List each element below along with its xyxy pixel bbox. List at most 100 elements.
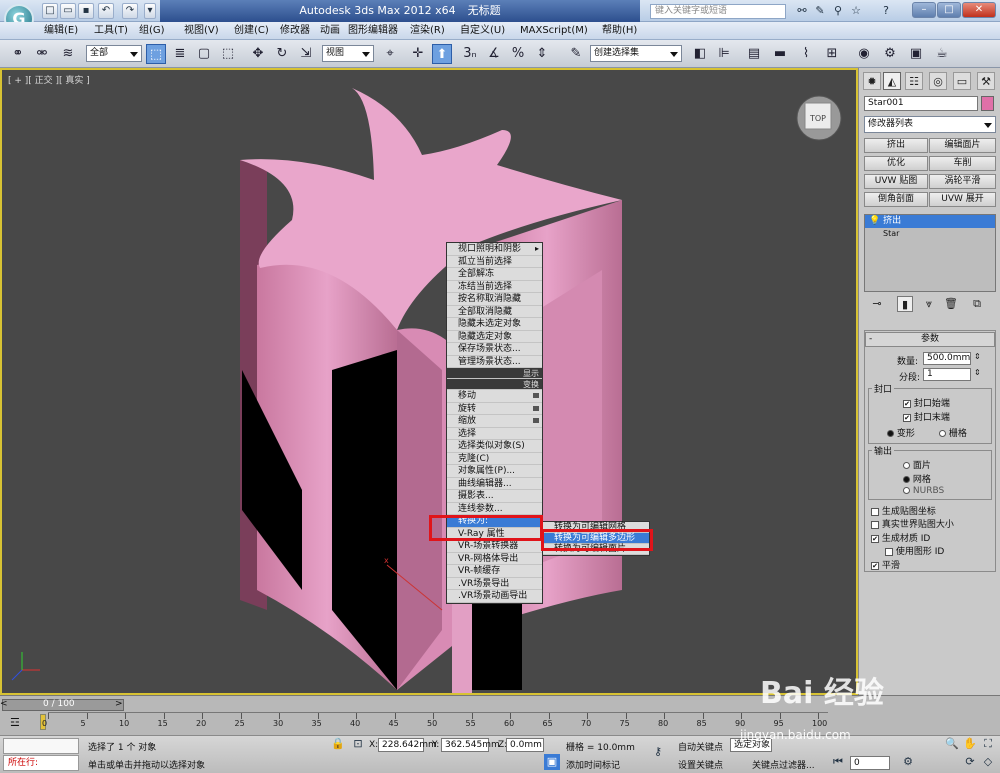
context-menu-item[interactable]: VR-网格体导出 <box>447 553 542 565</box>
slider-prev-icon[interactable]: < <box>0 699 10 711</box>
save-file-icon[interactable]: ▪ <box>78 3 94 19</box>
exchange-icon[interactable]: ⚲ <box>830 3 846 19</box>
output-mesh-option[interactable]: 网格 <box>903 472 931 485</box>
pivot-center-icon[interactable]: ⌖ <box>380 44 400 64</box>
context-menu-item[interactable]: 旋转 <box>447 403 542 415</box>
unlink-icon[interactable]: ⚮ <box>32 44 52 64</box>
smooth-option[interactable]: ✔ 平滑 <box>871 558 900 571</box>
track-bar-icon[interactable]: ☲ <box>10 716 20 729</box>
modify-tab-icon[interactable]: ◭ <box>883 72 901 90</box>
gen-matid-option[interactable]: ✔ 生成材质 ID <box>871 531 930 544</box>
use-shape-id-option[interactable]: 使用图形 ID <box>885 544 944 557</box>
context-menu-item[interactable]: 全部解冻 <box>447 268 542 281</box>
context-menu-item[interactable]: 克隆(C) <box>447 453 542 465</box>
create-tab-icon[interactable]: ✹ <box>863 72 881 90</box>
keyboard-shortcut-toggle-icon[interactable]: ⬆ <box>432 44 452 64</box>
y-coordinate-field[interactable]: 362.545mm <box>441 738 500 752</box>
mod-button-edit-patch[interactable]: 编辑面片 <box>929 138 996 153</box>
output-nurbs-radio[interactable] <box>903 487 910 494</box>
context-menu-item[interactable]: 全部取消隐藏 <box>447 306 542 318</box>
menu-create[interactable]: 创建(C) <box>234 22 269 40</box>
morph-radio[interactable] <box>887 430 894 437</box>
remove-modifier-icon[interactable]: 🗑 <box>943 296 959 312</box>
context-menu-item[interactable]: 隐藏未选定对象 <box>447 318 542 331</box>
modifier-list-dropdown[interactable]: 修改器列表 <box>864 116 996 133</box>
orbit-icon[interactable]: ⟳ <box>962 754 978 770</box>
open-file-icon[interactable]: ▭ <box>60 3 76 19</box>
output-mesh-radio[interactable] <box>903 476 910 483</box>
menu-group[interactable]: 组(G) <box>139 22 165 40</box>
z-coordinate-field[interactable]: 0.0mm <box>506 738 544 752</box>
context-menu-item[interactable]: .VR场景动画导出 <box>447 590 542 603</box>
select-and-manipulate-icon[interactable]: ✛ <box>408 44 428 64</box>
lock-selection-icon[interactable]: 🔒 <box>330 736 346 752</box>
time-config-icon[interactable]: ⚙ <box>900 754 916 770</box>
context-menu-item[interactable]: 孤立当前选择 <box>447 256 542 268</box>
search-input[interactable]: 键入关键字或短语 <box>650 4 786 19</box>
tools-icon[interactable]: ✎ <box>812 3 828 19</box>
cap-end-checkbox[interactable]: ✔ <box>903 413 911 422</box>
stack-item-extrude[interactable]: 💡 挤出 <box>865 215 995 228</box>
layer-manager-icon[interactable]: ▤ <box>744 44 764 64</box>
time-tag-icon[interactable]: ▣ <box>544 754 560 770</box>
context-menu-item[interactable]: 变换 <box>447 379 542 390</box>
set-key-button[interactable]: 设置关键点 <box>678 758 723 771</box>
edit-named-selection-icon[interactable]: ✎ <box>566 44 586 64</box>
rendered-frame-icon[interactable]: ▣ <box>906 44 926 64</box>
context-menu-item[interactable]: 显示 <box>447 368 542 379</box>
scale-icon[interactable]: ⇲ <box>296 44 316 64</box>
segments-spinner-icon[interactable]: ⇕ <box>974 368 981 377</box>
menu-graph-editors[interactable]: 图形编辑器 <box>348 22 398 40</box>
stack-item-star[interactable]: Star <box>865 228 995 240</box>
spinner-snap-icon[interactable]: ⇕ <box>532 44 552 64</box>
cap-start-checkbox[interactable]: ✔ <box>903 399 911 408</box>
mod-button-uvw-map[interactable]: UVW 贴图 <box>864 174 928 189</box>
grid-radio[interactable] <box>939 430 946 437</box>
timeline-ruler[interactable]: 0 5 10 15 20 25 30 35 40 45 50 55 60 65 70 75 80 85 90 95 10… <box>42 712 828 732</box>
menu-edit[interactable]: 编辑(E) <box>44 22 78 40</box>
maximize-button[interactable]: □ <box>937 2 961 18</box>
render-production-icon[interactable]: ☕ <box>932 44 952 64</box>
close-button[interactable]: ✕ <box>962 2 996 18</box>
curve-editor-icon[interactable]: ⌇ <box>796 44 816 64</box>
context-menu-item[interactable]: 按名称取消隐藏 <box>447 293 542 306</box>
maxscript-listener[interactable] <box>3 738 79 754</box>
amount-field[interactable]: 500.0mm <box>923 352 971 365</box>
add-time-tag[interactable]: 添加时间标记 <box>566 758 620 771</box>
context-menu-item[interactable]: 隐藏选定对象 <box>447 331 542 343</box>
show-end-result-icon[interactable]: ▮ <box>897 296 913 312</box>
zoom-icon[interactable]: 🔍 <box>944 736 960 752</box>
context-menu-item[interactable]: 缩放 <box>447 415 542 428</box>
smooth-checkbox[interactable]: ✔ <box>871 561 879 570</box>
segments-field[interactable]: 1 <box>923 368 971 381</box>
maximize-viewport-icon[interactable]: ⛶ <box>980 736 996 752</box>
new-file-icon[interactable]: □ <box>42 3 58 19</box>
quick-access-dropdown-icon[interactable]: ▾ <box>144 3 156 19</box>
output-patch-radio[interactable] <box>903 462 910 469</box>
mod-button-turbosmooth[interactable]: 涡轮平滑 <box>929 174 996 189</box>
gen-map-coords-checkbox[interactable] <box>871 507 879 516</box>
align-icon[interactable]: ⊫ <box>714 44 734 64</box>
motion-tab-icon[interactable]: ◎ <box>929 72 947 90</box>
render-setup-icon[interactable]: ⚙ <box>880 44 900 64</box>
undo-icon[interactable]: ↶ <box>98 3 114 19</box>
pin-stack-icon[interactable]: ⊸ <box>869 296 885 312</box>
percent-snap-icon[interactable]: % <box>508 44 528 64</box>
parameters-rollout-header[interactable]: - 参数 <box>865 332 995 347</box>
graphite-ribbon-icon[interactable]: ▬ <box>770 44 790 64</box>
context-menu-item[interactable]: 连线参数... <box>447 503 542 515</box>
object-name-field[interactable]: Star001 <box>864 96 978 111</box>
pan-icon[interactable]: ✋ <box>962 736 978 752</box>
real-world-map-option[interactable]: 真实世界贴图大小 <box>871 517 954 530</box>
rotate-icon[interactable]: ↻ <box>272 44 292 64</box>
perspective-viewport[interactable]: [ + ][ 正交 ][ 真实 ] TOP x <box>0 68 858 695</box>
mirror-icon[interactable]: ◧ <box>690 44 710 64</box>
context-menu-item[interactable]: .VR场景导出 <box>447 578 542 590</box>
context-menu-item[interactable]: 对象属性(P)... <box>447 465 542 478</box>
schematic-view-icon[interactable]: ⊞ <box>822 44 842 64</box>
context-menu-item[interactable]: 视口照明和阴影 <box>447 243 542 256</box>
bind-space-warp-icon[interactable]: ≋ <box>58 44 78 64</box>
reference-coordinate-dropdown[interactable]: 视图 <box>322 45 374 62</box>
gen-matid-checkbox[interactable]: ✔ <box>871 534 879 543</box>
amount-spinner-icon[interactable]: ⇕ <box>974 352 981 361</box>
